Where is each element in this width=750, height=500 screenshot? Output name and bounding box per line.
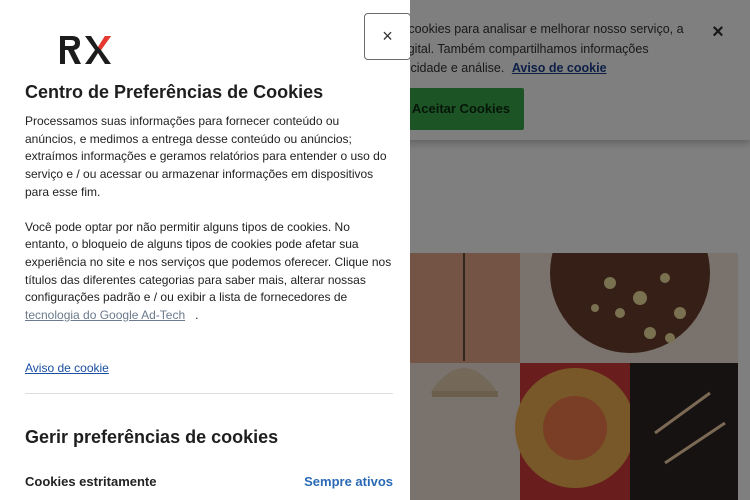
google-adtech-link[interactable]: tecnologia do Google Ad-Tech xyxy=(25,308,185,322)
description-paragraph-1: Processamos suas informações para fornec… xyxy=(25,114,387,199)
category-row-strictly-necessary[interactable]: Cookies estritamente Sempre ativos xyxy=(25,474,393,494)
manage-preferences-title: Gerir preferências de cookies xyxy=(25,427,279,447)
cookie-preference-center: × Centro de Preferências de Cookies Proc… xyxy=(0,0,410,500)
panel-description: Processamos suas informações para fornec… xyxy=(25,113,393,342)
paragraph-2-end: . xyxy=(195,308,199,323)
paragraph-2-text: Você pode optar por não permitir alguns … xyxy=(25,219,392,305)
divider xyxy=(25,393,393,394)
cookie-notice-link[interactable]: Aviso de cookie xyxy=(25,361,109,375)
rx-logo xyxy=(60,36,111,64)
panel-title: Centro de Preferências de Cookies xyxy=(25,82,324,102)
close-icon[interactable]: × xyxy=(364,13,410,60)
category-status: Sempre ativos xyxy=(304,474,393,489)
description-paragraph-2: Você pode optar por não permitir alguns … xyxy=(25,219,393,325)
category-name: Cookies estritamente xyxy=(25,474,157,489)
